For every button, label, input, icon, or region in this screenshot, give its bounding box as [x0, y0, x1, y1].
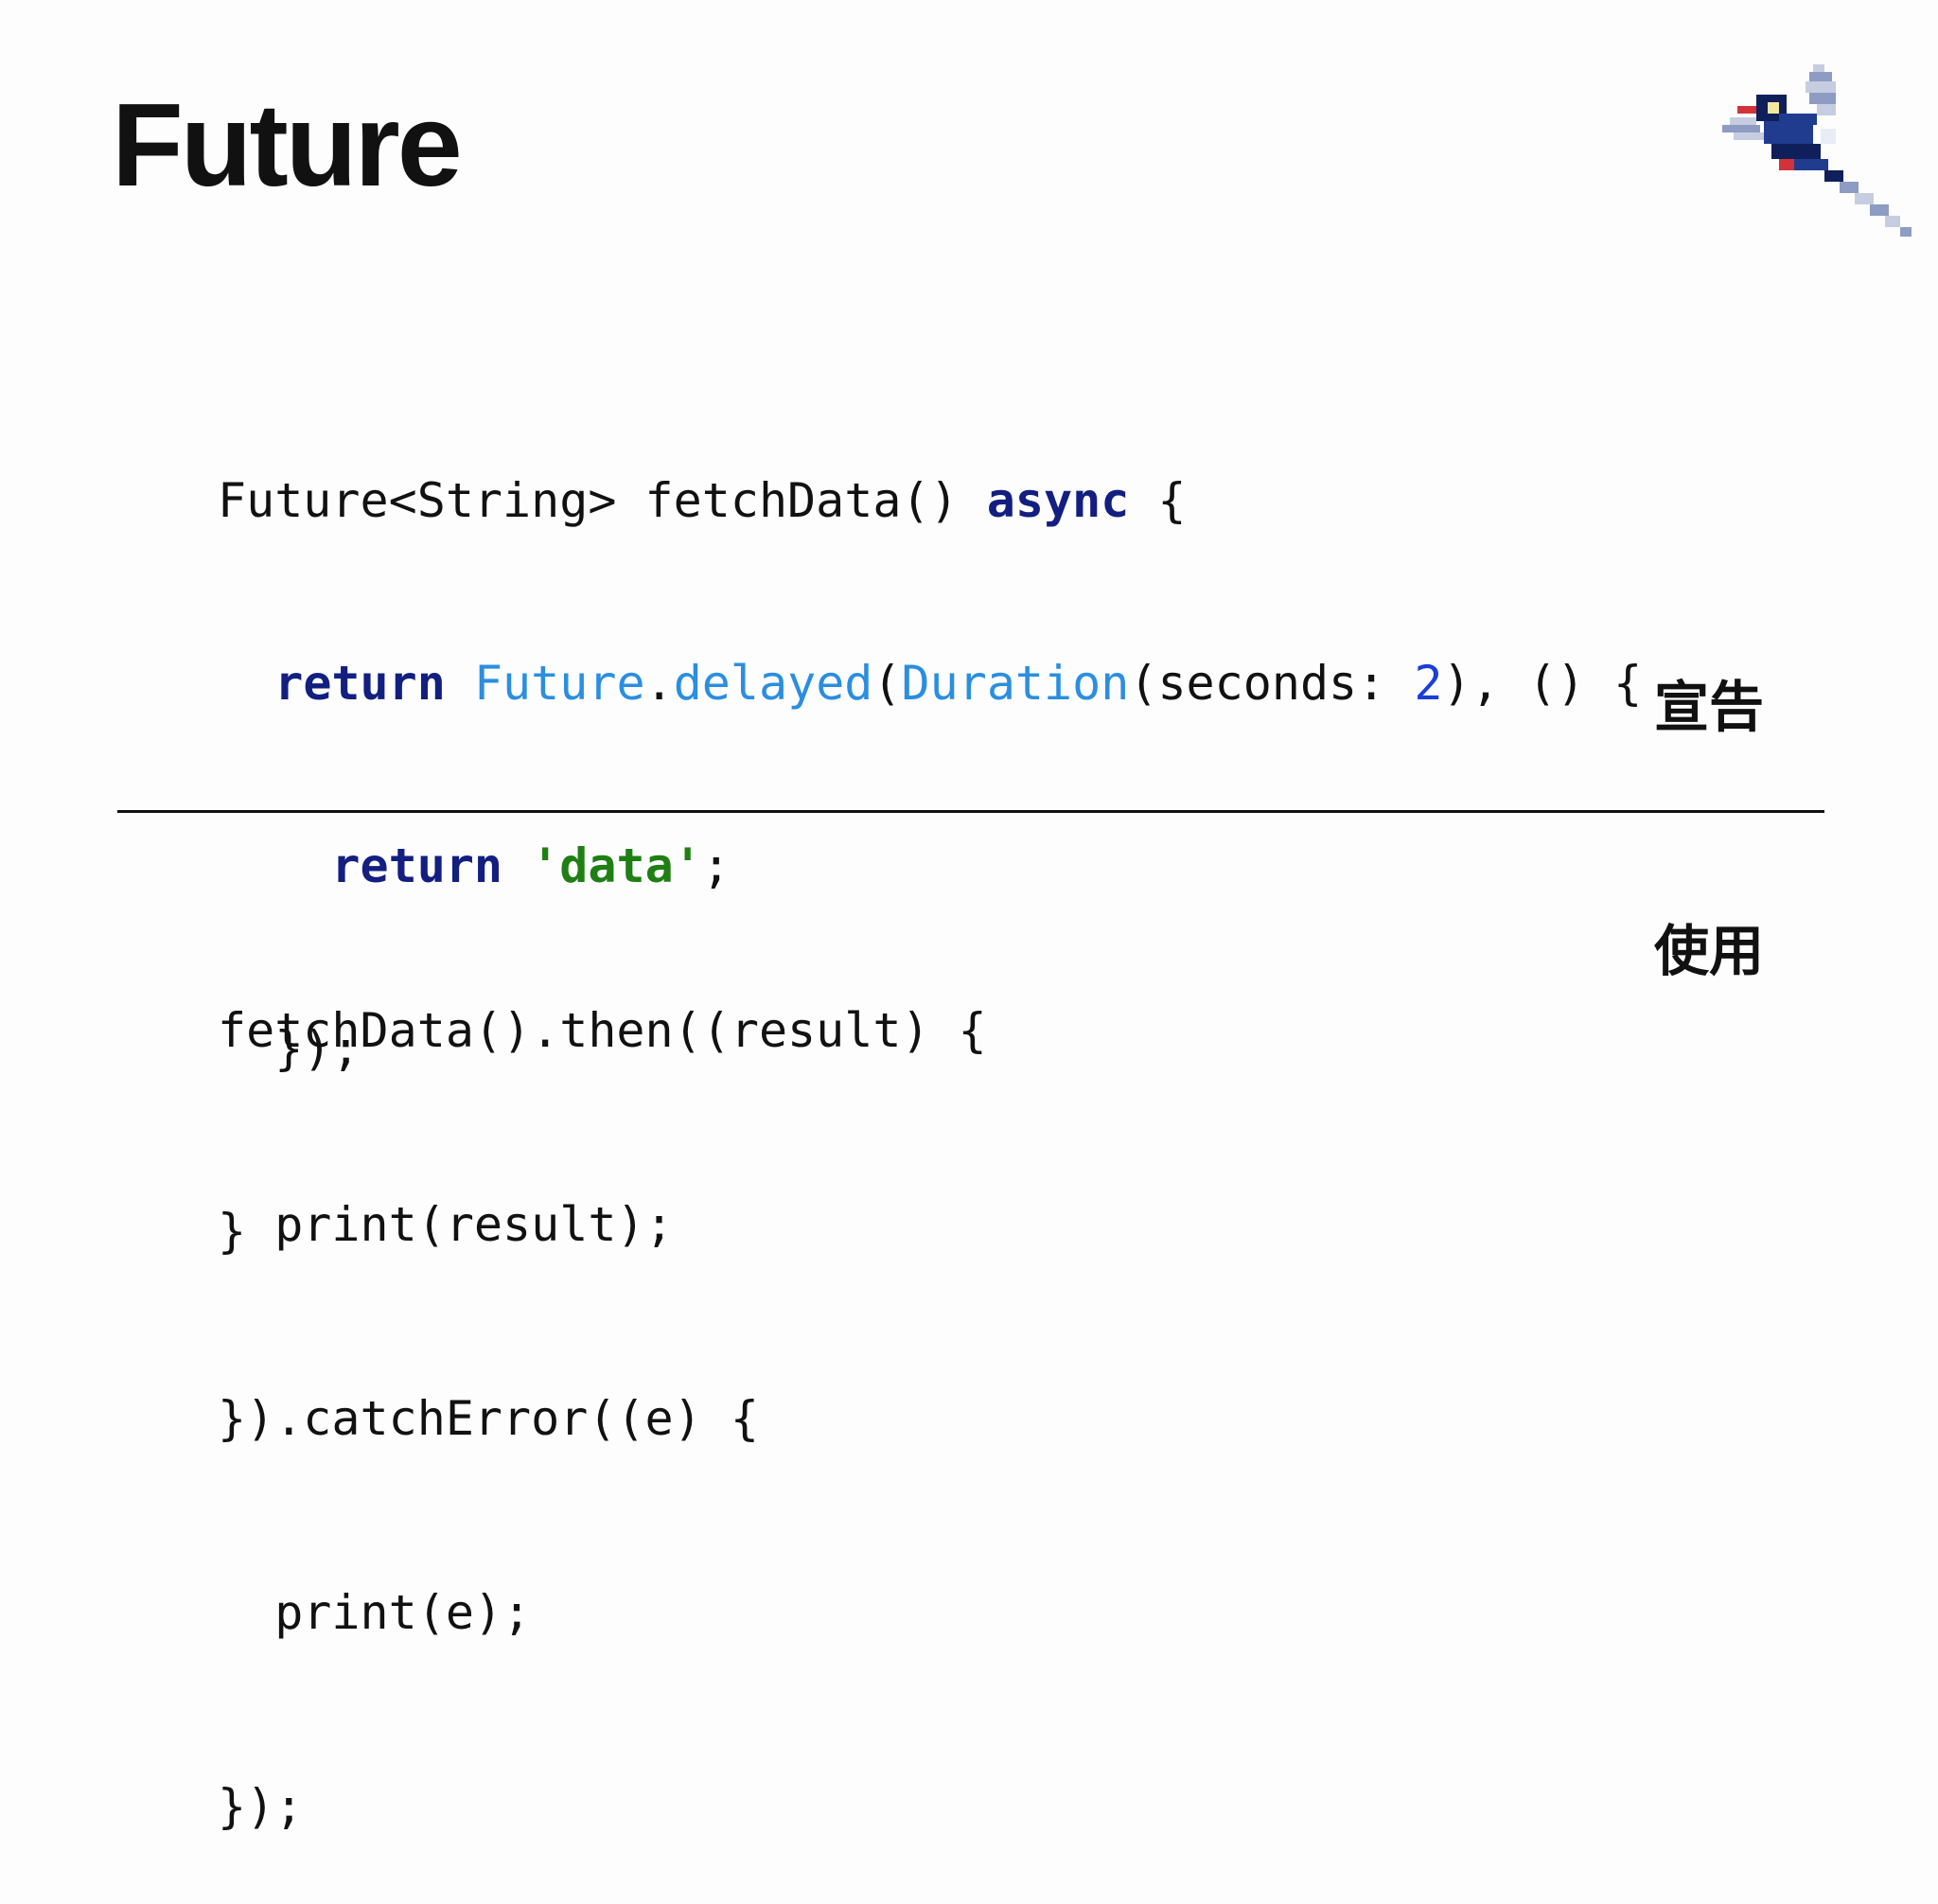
- declaration-label: 宣告: [1654, 675, 1765, 739]
- code-line: return Future.delayed(Duration(seconds: …: [218, 647, 1642, 720]
- pixel-bird-icon: [1722, 64, 1912, 237]
- code-class: Future: [473, 656, 645, 711]
- usage-label: 使用: [1654, 919, 1765, 983]
- code-line: Future<String> fetchData() async {: [218, 465, 1642, 538]
- code-token: (: [872, 656, 902, 711]
- code-line: fetchData().then((result) {: [218, 1003, 987, 1058]
- code-token: Future<String>: [218, 473, 617, 528]
- code-token: {: [1129, 473, 1187, 528]
- usage-code-block: fetchData().then((result) { print(result…: [218, 879, 987, 1904]
- code-line: print(result);: [218, 1197, 674, 1252]
- code-token: fetchData(): [616, 473, 987, 528]
- code-line: print(e);: [218, 1585, 532, 1640]
- code-token: (seconds:: [1129, 656, 1415, 711]
- section-divider: [117, 810, 1824, 813]
- code-token: .: [644, 656, 674, 711]
- code-token: ), () {: [1442, 656, 1643, 711]
- code-method: delayed: [673, 656, 873, 711]
- slide-title: Future: [112, 80, 463, 211]
- code-class: Duration: [901, 656, 1130, 711]
- code-keyword: async: [986, 473, 1130, 528]
- code-line: }).catchError((e) {: [218, 1391, 759, 1446]
- code-line: });: [218, 1779, 304, 1834]
- code-keyword: return: [274, 656, 446, 711]
- code-number: 2: [1414, 656, 1443, 711]
